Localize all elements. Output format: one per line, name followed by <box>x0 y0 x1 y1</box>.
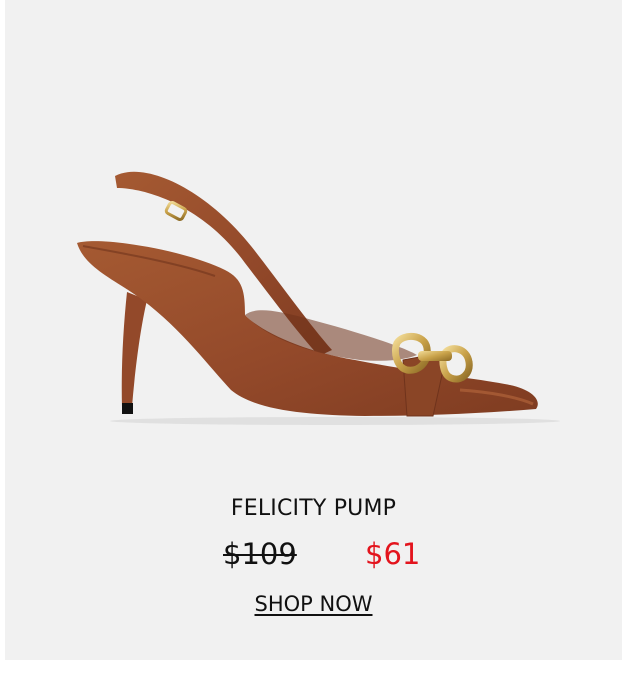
original-price: $109 <box>223 537 297 571</box>
price-row: $109 $61 <box>5 537 622 577</box>
sale-price: $61 <box>365 537 421 571</box>
shop-now-link[interactable]: SHOP NOW <box>255 592 373 616</box>
shop-now-container: SHOP NOW <box>5 592 622 616</box>
product-image[interactable] <box>5 0 622 480</box>
product-name[interactable]: FELICITY PUMP <box>5 496 622 521</box>
product-card[interactable]: FELICITY PUMP $109 $61 SHOP NOW <box>5 0 622 660</box>
